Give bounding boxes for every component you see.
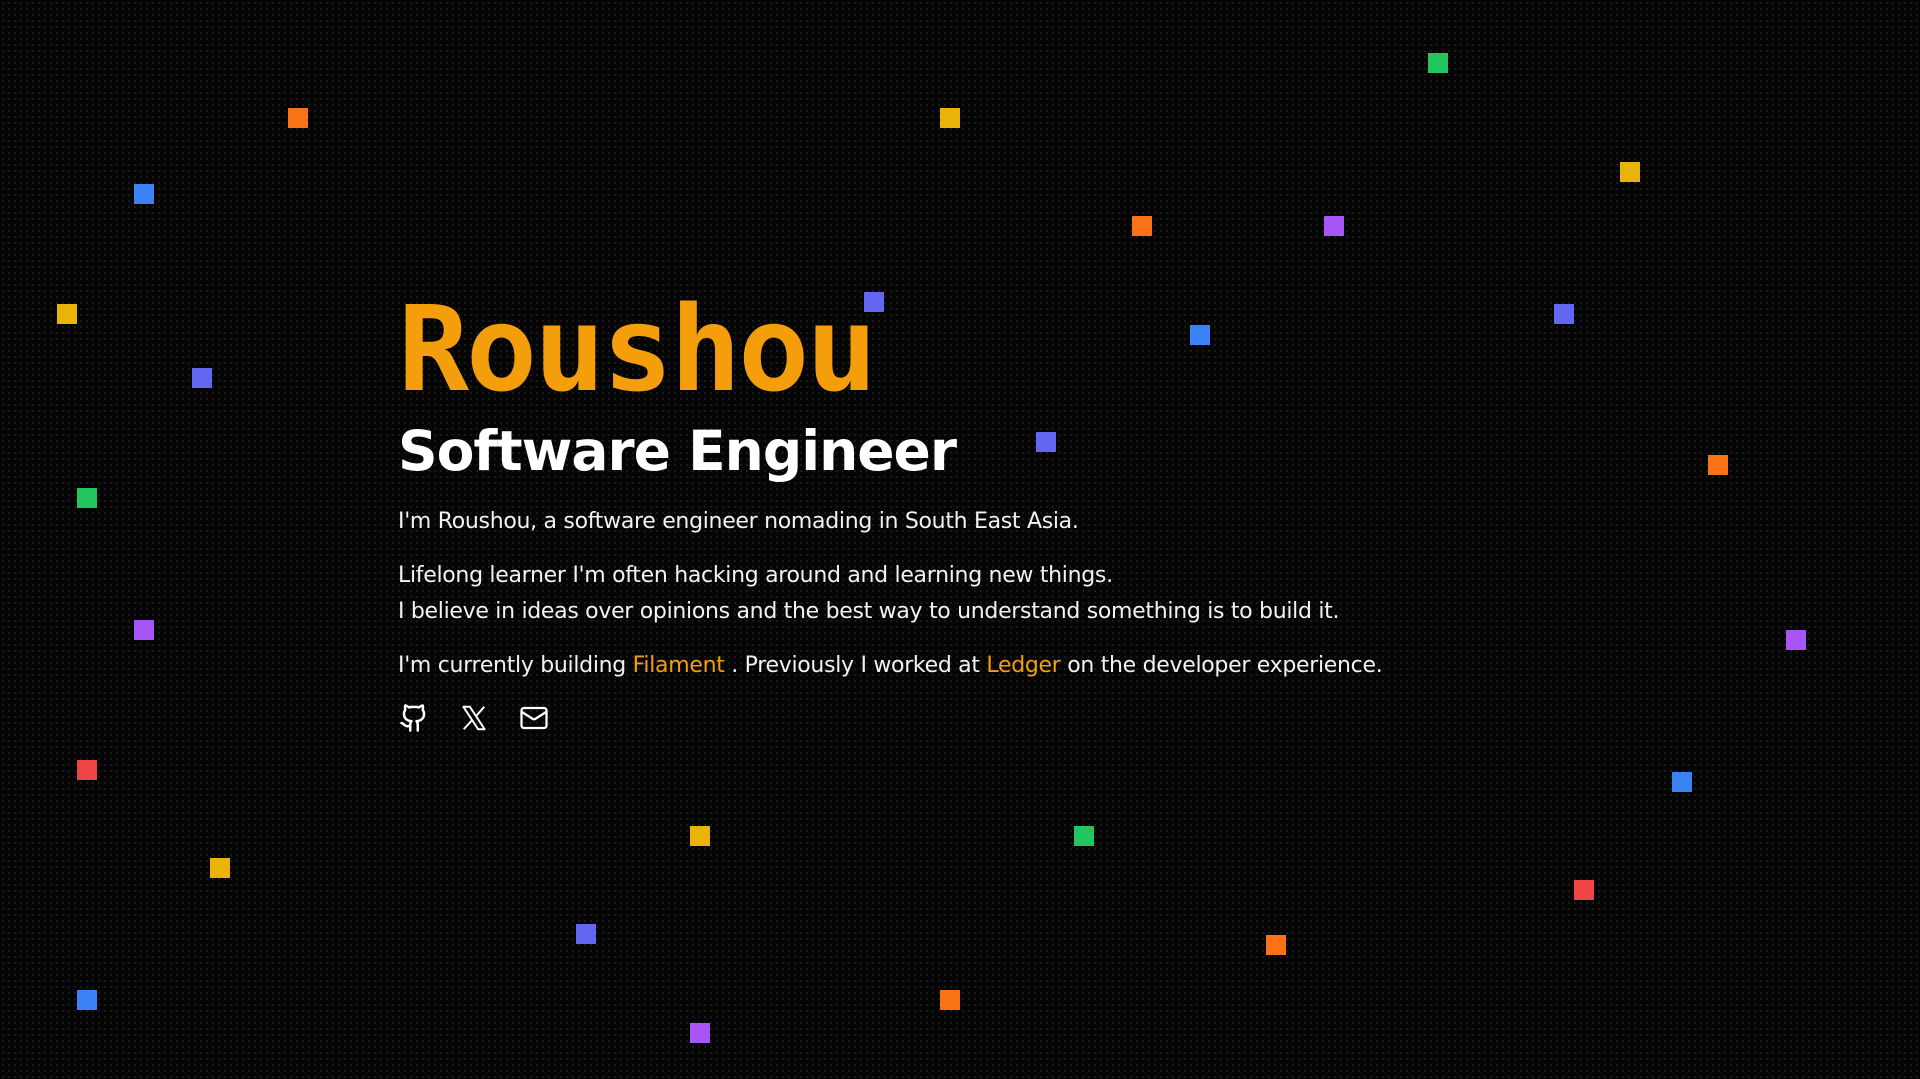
bio-philosophy: Lifelong learner I'm often hacking aroun… bbox=[398, 558, 1598, 630]
confetti-pixel bbox=[1574, 880, 1594, 900]
confetti-pixel bbox=[940, 990, 960, 1010]
confetti-pixel bbox=[210, 858, 230, 878]
confetti-pixel bbox=[192, 368, 212, 388]
github-link[interactable] bbox=[398, 702, 430, 734]
bio-work-suffix: on the developer experience. bbox=[1060, 653, 1383, 678]
hero-name: Roushou bbox=[398, 280, 877, 418]
hero-section: Roushou Software Engineer I'm Roushou, a… bbox=[398, 290, 1598, 734]
confetti-pixel bbox=[690, 826, 710, 846]
x-icon bbox=[462, 705, 486, 731]
ledger-link[interactable]: Ledger bbox=[986, 653, 1060, 678]
confetti-pixel bbox=[1786, 630, 1806, 650]
bio-work: I'm currently building Filament . Previo… bbox=[398, 648, 1598, 684]
confetti-pixel bbox=[134, 184, 154, 204]
confetti-pixel bbox=[77, 760, 97, 780]
filament-link[interactable]: Filament bbox=[633, 653, 725, 678]
github-icon bbox=[400, 704, 426, 732]
bio-intro: I'm Roushou, a software engineer nomadin… bbox=[398, 509, 1079, 534]
confetti-pixel bbox=[77, 488, 97, 508]
mail-icon bbox=[520, 706, 548, 730]
x-link[interactable] bbox=[458, 702, 490, 734]
confetti-pixel bbox=[288, 108, 308, 128]
bio-work-prefix: I'm currently building bbox=[398, 653, 633, 678]
confetti-pixel bbox=[1708, 455, 1728, 475]
bio-line-learner: Lifelong learner I'm often hacking aroun… bbox=[398, 563, 1113, 588]
bio-line-ideas: I believe in ideas over opinions and the… bbox=[398, 599, 1340, 624]
confetti-pixel bbox=[1266, 935, 1286, 955]
hero-role: Software Engineer bbox=[398, 419, 957, 483]
confetti-pixel bbox=[134, 620, 154, 640]
confetti-pixel bbox=[576, 924, 596, 944]
confetti-pixel bbox=[1428, 53, 1448, 73]
confetti-pixel bbox=[1620, 162, 1640, 182]
confetti-pixel bbox=[1132, 216, 1152, 236]
confetti-pixel bbox=[57, 304, 77, 324]
social-links bbox=[398, 702, 1598, 734]
bio-work-middle: . Previously I worked at bbox=[724, 653, 987, 678]
confetti-pixel bbox=[1074, 826, 1094, 846]
confetti-pixel bbox=[77, 990, 97, 1010]
confetti-pixel bbox=[1324, 216, 1344, 236]
email-link[interactable] bbox=[518, 702, 550, 734]
confetti-pixel bbox=[1672, 772, 1692, 792]
confetti-pixel bbox=[690, 1023, 710, 1043]
confetti-pixel bbox=[940, 108, 960, 128]
